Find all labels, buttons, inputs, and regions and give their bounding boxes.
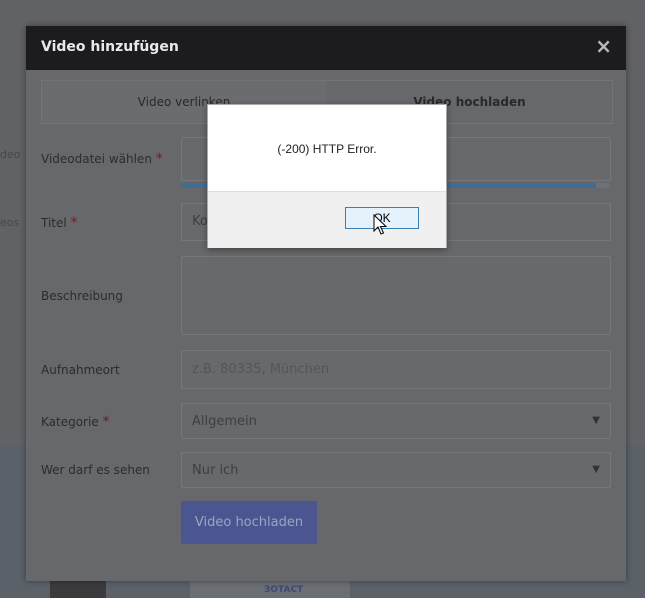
chevron-down-icon: ▼ <box>592 415 600 426</box>
description-textarea[interactable] <box>181 256 611 335</box>
location-placeholder: z.B. 80335, München <box>192 362 330 377</box>
title-label-text: Titel <box>41 216 67 230</box>
required-mark: * <box>155 151 163 167</box>
file-label: Videodatei wählen * <box>41 151 163 167</box>
category-select[interactable]: Allgemein ▼ <box>181 403 611 439</box>
title-value: Ko <box>192 214 208 229</box>
chevron-down-icon: ▼ <box>592 464 600 475</box>
file-label-text: Videodatei wählen <box>41 152 152 166</box>
location-label: Aufnahmeort <box>41 363 120 377</box>
error-alert-dialog: (-200) HTTP Error. OK <box>207 104 447 248</box>
visibility-value: Nur ich <box>192 463 239 478</box>
required-mark: * <box>70 215 78 231</box>
visibility-select[interactable]: Nur ich ▼ <box>181 452 611 488</box>
background-text: deo <box>0 148 21 161</box>
category-label: Kategorie * <box>41 414 110 430</box>
category-label-text: Kategorie <box>41 415 99 429</box>
background-badge: ЗOTACT <box>264 585 304 595</box>
location-input[interactable]: z.B. 80335, München <box>181 350 611 389</box>
required-mark: * <box>102 414 110 430</box>
category-value: Allgemein <box>192 414 257 429</box>
upload-progress-track <box>596 183 609 188</box>
modal-title: Video hinzufügen <box>41 39 179 55</box>
background-text: eos <box>0 216 20 229</box>
mouse-cursor-icon <box>373 214 387 235</box>
close-icon[interactable]: × <box>595 36 612 56</box>
title-label: Titel * <box>41 215 78 231</box>
upload-video-button[interactable]: Video hochladen <box>181 501 317 544</box>
alert-message: (-200) HTTP Error. <box>277 142 377 156</box>
alert-footer: OK <box>208 191 446 248</box>
description-label: Beschreibung <box>41 289 123 303</box>
visibility-label: Wer darf es sehen <box>41 463 150 477</box>
background-card <box>50 578 106 598</box>
modal-header: Video hinzufügen × <box>26 26 626 70</box>
